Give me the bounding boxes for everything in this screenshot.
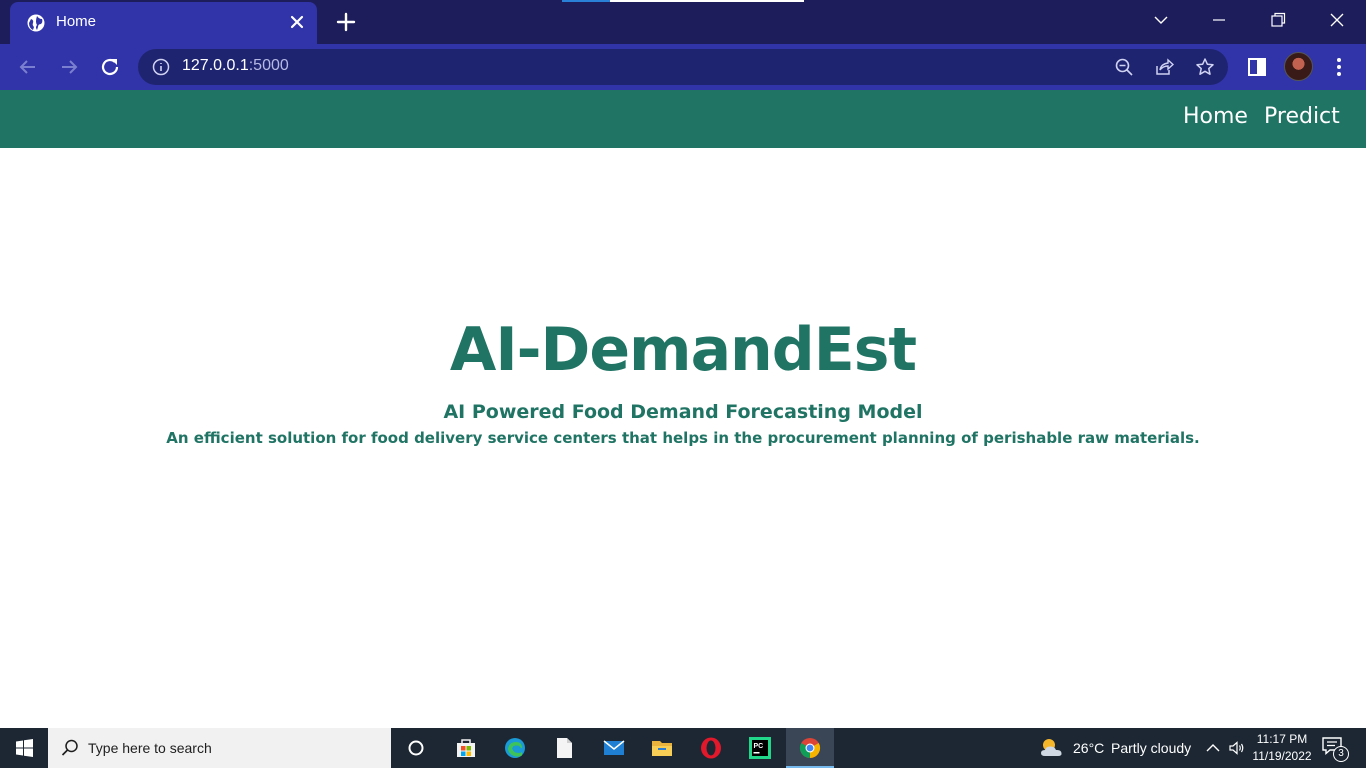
chevron-up-icon[interactable] [1204,739,1222,757]
site-info-icon[interactable] [152,58,170,76]
chrome-icon [799,738,821,759]
notification-count-badge: 3 [1333,746,1349,762]
close-window-icon[interactable] [1327,10,1347,30]
page-title: AI-DemandEst [449,315,917,385]
windows-taskbar: Type here to search PC 26°C Partly cloud… [0,728,1366,768]
store-icon [457,739,475,757]
action-center-button[interactable]: 3 [1322,736,1350,762]
url-port: :5000 [248,57,289,74]
taskbar-app-notepad[interactable] [540,728,588,768]
back-arrow-icon[interactable] [16,55,40,79]
close-tab-icon[interactable] [288,13,306,31]
more-menu-icon[interactable] [1328,56,1350,78]
search-icon [61,739,78,756]
chevron-down-icon[interactable] [1151,10,1171,30]
cortana-button[interactable] [392,728,440,768]
page-subtitle: AI Powered Food Demand Forecasting Model [443,401,923,423]
windows-start-icon[interactable] [0,728,48,768]
page-description: An efficient solution for food delivery … [166,429,1200,447]
share-icon[interactable] [1154,57,1174,77]
browser-tabstrip: Home [0,0,1366,44]
browser-tab-home[interactable]: Home [10,2,317,44]
nav-link-predict[interactable]: Predict [1264,104,1340,129]
window-snap-indicator [562,0,804,2]
forward-arrow-icon[interactable] [57,55,81,79]
taskbar-app-opera[interactable] [687,728,735,768]
taskbar-search-box[interactable]: Type here to search [48,728,391,768]
weather-condition: Partly cloudy [1111,740,1192,756]
restore-icon[interactable] [1268,10,1288,30]
address-bar[interactable]: 127.0.0.1:5000 [138,49,1228,85]
opera-icon [701,737,721,759]
weather-temperature: 26°C [1073,740,1105,756]
url-host: 127.0.0.1 [182,57,249,74]
side-panel-icon[interactable] [1246,56,1268,78]
mail-icon [603,740,625,755]
hero-section: AI-DemandEst AI Powered Food Demand Fore… [0,310,1366,448]
taskbar-app-pycharm[interactable]: PC [736,728,784,768]
site-navbar: Home Predict [0,90,1366,148]
new-tab-button[interactable] [335,11,357,33]
edge-icon [505,738,525,758]
profile-avatar[interactable] [1284,52,1313,81]
taskbar-app-store[interactable] [442,728,490,768]
minimize-icon[interactable] [1209,10,1229,30]
file-explorer-icon [652,741,672,756]
taskbar-app-file-explorer[interactable] [638,728,686,768]
zoom-out-icon[interactable] [1114,57,1134,77]
pycharm-icon: PC [749,737,771,759]
notepad-icon [557,738,572,758]
reload-icon[interactable] [98,55,122,79]
bookmark-star-icon[interactable] [1195,57,1215,77]
address-url: 127.0.0.1:5000 [182,57,289,75]
globe-icon [27,14,45,32]
taskbar-app-edge[interactable] [491,728,539,768]
partly-cloudy-icon [1041,739,1062,756]
clock-date: 11/19/2022 [1252,749,1312,763]
taskbar-app-mail[interactable] [590,728,638,768]
system-clock[interactable]: 11:17 PM 11/19/2022 [1244,731,1320,765]
browser-toolbar: 127.0.0.1:5000 [0,44,1366,90]
svg-text:PC: PC [754,743,764,750]
taskbar-app-chrome[interactable] [786,728,834,768]
nav-link-home[interactable]: Home [1183,104,1248,129]
cortana-icon [408,740,424,756]
search-placeholder: Type here to search [88,740,212,756]
clock-time: 11:17 PM [1256,732,1308,746]
tab-title: Home [56,13,97,30]
